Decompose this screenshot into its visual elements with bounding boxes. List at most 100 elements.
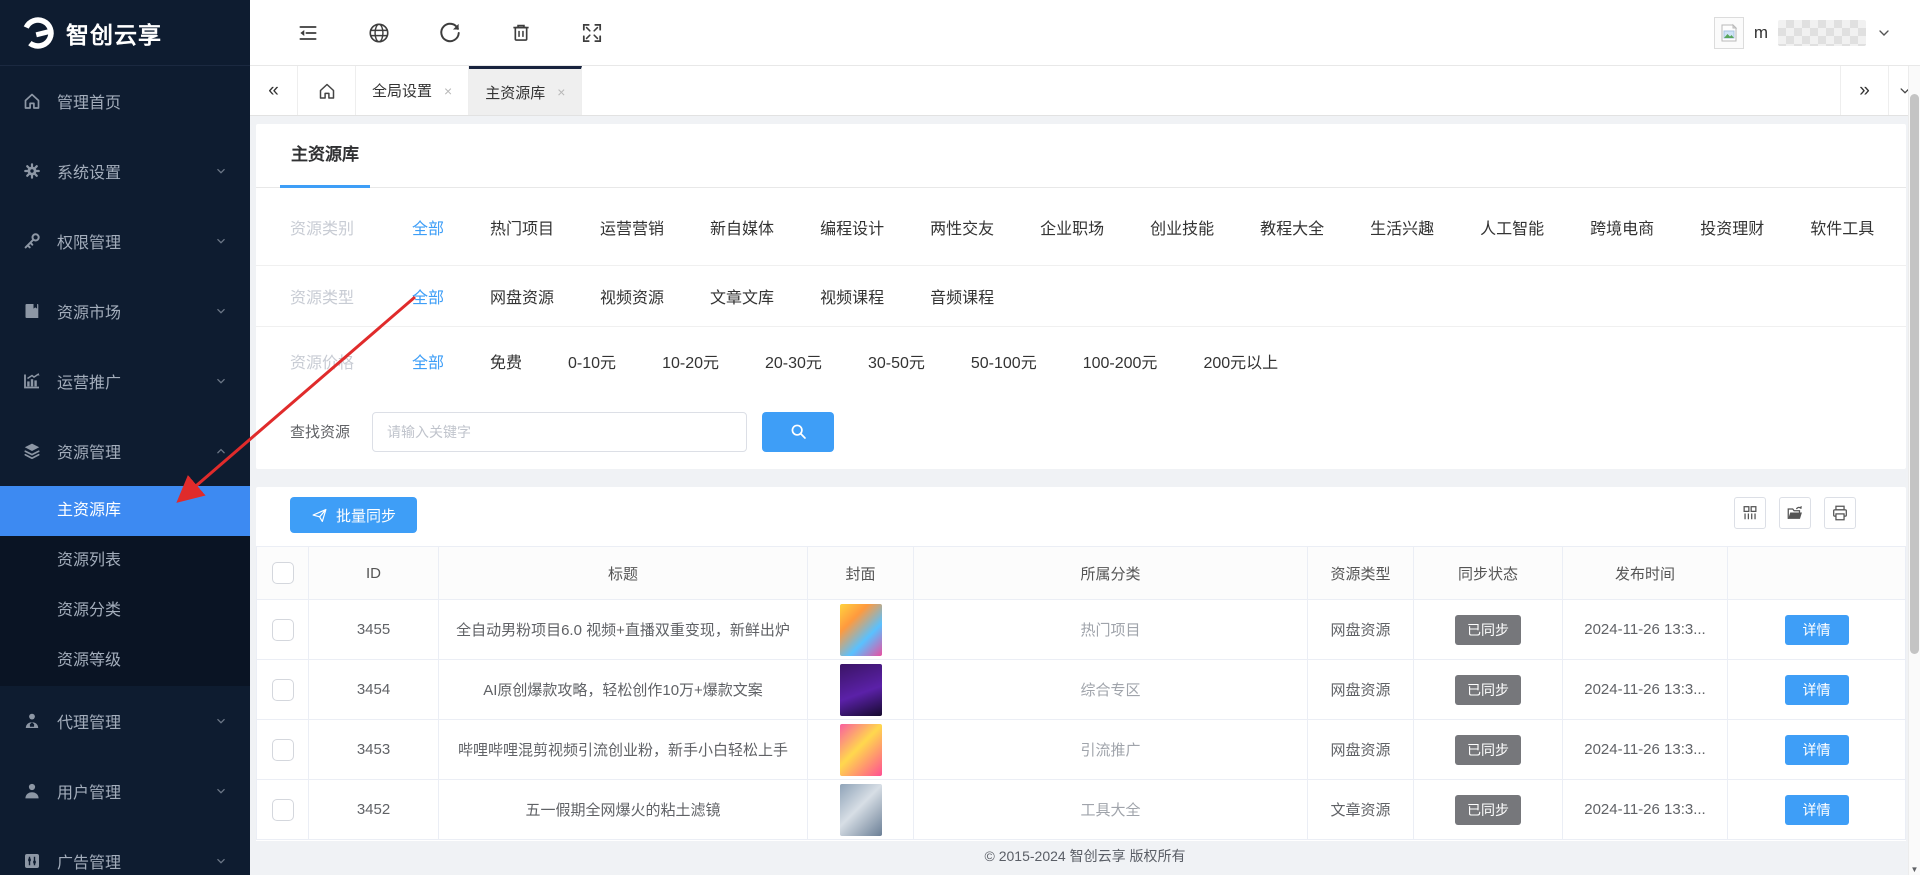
print-button[interactable] xyxy=(1824,497,1856,529)
filter-option[interactable]: 视频课程 xyxy=(820,284,884,308)
filter-option[interactable]: 软件工具 xyxy=(1810,215,1874,239)
row-action-cell: 详情 xyxy=(1728,780,1905,839)
book-icon xyxy=(25,304,39,318)
table-row: 3455 全自动男粉项目6.0 视频+直播双重变现，新鲜出炉 热门项目 网盘资源… xyxy=(257,600,1905,660)
table-row: 3452 五一假期全网爆火的粘土滤镜 工具大全 文章资源 已同步 2024-11… xyxy=(257,780,1905,840)
language-globe-icon[interactable] xyxy=(367,21,391,45)
detail-button[interactable]: 详情 xyxy=(1784,794,1849,825)
filter-option[interactable]: 企业职场 xyxy=(1040,215,1104,239)
row-checkbox[interactable] xyxy=(271,618,294,641)
sidebar-subitem-resource-level[interactable]: 资源等级 xyxy=(0,636,250,686)
sidebar-item-ad-management[interactable]: 广告管理 xyxy=(0,826,250,875)
filter-option[interactable]: 编程设计 xyxy=(820,215,884,239)
filter-option[interactable]: 教程大全 xyxy=(1260,215,1324,239)
table-tools xyxy=(1734,497,1856,529)
table-row: 3453 哔哩哔哩混剪视频引流创业粉，新手小白轻松上手 引流推广 网盘资源 已同… xyxy=(257,720,1905,780)
chevron-down-icon xyxy=(217,718,225,724)
row-title: 五一假期全网爆火的粘土滤镜 xyxy=(439,780,808,839)
sidebar-item-permissions[interactable]: 权限管理 xyxy=(0,206,250,276)
sidebar-item-operations[interactable]: 运营推广 xyxy=(0,346,250,416)
row-sync-cell: 已同步 xyxy=(1414,780,1563,839)
filter-option[interactable]: 全部 xyxy=(412,284,444,308)
scrollbar-thumb[interactable] xyxy=(1910,94,1919,654)
filter-option[interactable]: 全部 xyxy=(412,349,444,373)
filter-option[interactable]: 20-30元 xyxy=(765,349,822,373)
export-button[interactable] xyxy=(1779,497,1811,529)
tab-home[interactable] xyxy=(298,66,356,115)
filter-options-category: 全部 热门项目 运营营销 新自媒体 编程设计 两性交友 企业职场 创业技能 教程大全 生活兴趣 人工… xyxy=(412,215,1874,239)
filter-option[interactable]: 全部 xyxy=(412,215,444,239)
filter-option[interactable]: 50-100元 xyxy=(971,349,1037,373)
col-header-publish-time: 发布时间 xyxy=(1563,547,1728,599)
row-checkbox[interactable] xyxy=(271,678,294,701)
table-header-row: ID 标题 封面 所属分类 资源类型 同步状态 发布时间 xyxy=(257,547,1905,600)
close-icon[interactable]: × xyxy=(557,84,565,100)
select-all-checkbox[interactable] xyxy=(271,562,294,584)
brand-name: 智创云享 xyxy=(66,21,162,48)
filter-label: 资源类型 xyxy=(290,290,355,307)
sidebar-item-resource-management[interactable]: 资源管理 xyxy=(0,416,250,486)
sync-status-badge: 已同步 xyxy=(1455,734,1521,765)
username-redacted-mosaic xyxy=(1778,19,1866,46)
tab-main-repository[interactable]: 主资源库 × xyxy=(469,66,583,115)
table-body: 3455 全自动男粉项目6.0 视频+直播双重变现，新鲜出炉 热门项目 网盘资源… xyxy=(257,600,1905,840)
filter-option[interactable]: 跨境电商 xyxy=(1590,215,1654,239)
sliders-icon xyxy=(25,854,39,868)
filter-option[interactable]: 运营营销 xyxy=(600,215,664,239)
tabs-scroll-left-button[interactable]: « xyxy=(250,66,298,115)
filter-option[interactable]: 音频课程 xyxy=(930,284,994,308)
filter-option[interactable]: 200元以上 xyxy=(1203,349,1278,373)
search-button[interactable] xyxy=(762,411,835,452)
batch-sync-button[interactable]: 批量同步 xyxy=(290,497,418,533)
sync-status-badge: 已同步 xyxy=(1455,614,1521,645)
filter-option[interactable]: 30-50元 xyxy=(868,349,925,373)
row-id: 3453 xyxy=(309,720,439,779)
close-icon[interactable]: × xyxy=(444,83,452,99)
column-display-button[interactable] xyxy=(1734,497,1766,529)
detail-button[interactable]: 详情 xyxy=(1784,674,1849,705)
filter-option[interactable]: 人工智能 xyxy=(1480,215,1544,239)
filter-option[interactable]: 两性交友 xyxy=(930,215,994,239)
refresh-icon[interactable] xyxy=(438,21,462,45)
detail-button[interactable]: 详情 xyxy=(1784,734,1849,765)
fullscreen-icon[interactable] xyxy=(580,21,604,45)
user-menu[interactable]: m xyxy=(1713,16,1892,49)
filter-option[interactable]: 0-10元 xyxy=(568,349,616,373)
filter-option[interactable]: 投资理财 xyxy=(1700,215,1764,239)
app-window: 智创云享 管理首页 系统设置 权限管理 资源市场 运营推广 资源管理 主资源库 … xyxy=(0,0,1920,875)
search-input[interactable] xyxy=(372,411,748,452)
filter-option[interactable]: 网盘资源 xyxy=(490,284,554,308)
collapse-sidebar-icon[interactable] xyxy=(296,21,320,45)
filter-option[interactable]: 新自媒体 xyxy=(710,215,774,239)
filter-option[interactable]: 热门项目 xyxy=(490,215,554,239)
tabs-scroll-right-button[interactable]: » xyxy=(1840,66,1888,115)
filter-option[interactable]: 10-20元 xyxy=(662,349,719,373)
trash-icon[interactable] xyxy=(509,21,533,45)
sidebar-item-user-management[interactable]: 用户管理 xyxy=(0,756,250,826)
col-header-action xyxy=(1728,547,1905,599)
filter-option[interactable]: 免费 xyxy=(490,349,522,373)
scrollbar-down-arrow[interactable]: ▼ xyxy=(1909,865,1920,874)
sidebar-subitem-main-repository[interactable]: 主资源库 xyxy=(0,486,250,536)
avatar xyxy=(1713,16,1744,49)
panel-title-tab[interactable]: 主资源库 xyxy=(280,125,370,188)
vertical-scrollbar[interactable]: ▼ xyxy=(1908,66,1920,875)
cover-thumbnail xyxy=(839,723,882,776)
filter-option[interactable]: 生活兴趣 xyxy=(1370,215,1434,239)
filter-option[interactable]: 视频资源 xyxy=(600,284,664,308)
sidebar-item-system-settings[interactable]: 系统设置 xyxy=(0,136,250,206)
row-checkbox[interactable] xyxy=(271,738,294,761)
filter-option[interactable]: 100-200元 xyxy=(1083,349,1158,373)
sidebar-item-dashboard[interactable]: 管理首页 xyxy=(0,66,250,136)
sidebar-subitem-resource-list[interactable]: 资源列表 xyxy=(0,536,250,586)
sidebar-item-resource-market[interactable]: 资源市场 xyxy=(0,276,250,346)
filter-option[interactable]: 创业技能 xyxy=(1150,215,1214,239)
row-select-cell xyxy=(257,720,309,779)
tab-global-settings[interactable]: 全局设置 × xyxy=(356,66,470,115)
sidebar-subitem-resource-category[interactable]: 资源分类 xyxy=(0,586,250,636)
sidebar-item-agent-management[interactable]: 代理管理 xyxy=(0,686,250,756)
detail-button[interactable]: 详情 xyxy=(1784,614,1849,645)
row-checkbox[interactable] xyxy=(271,798,294,821)
sidebar-item-label: 资源管理 xyxy=(57,445,122,462)
filter-option[interactable]: 文章文库 xyxy=(710,284,774,308)
